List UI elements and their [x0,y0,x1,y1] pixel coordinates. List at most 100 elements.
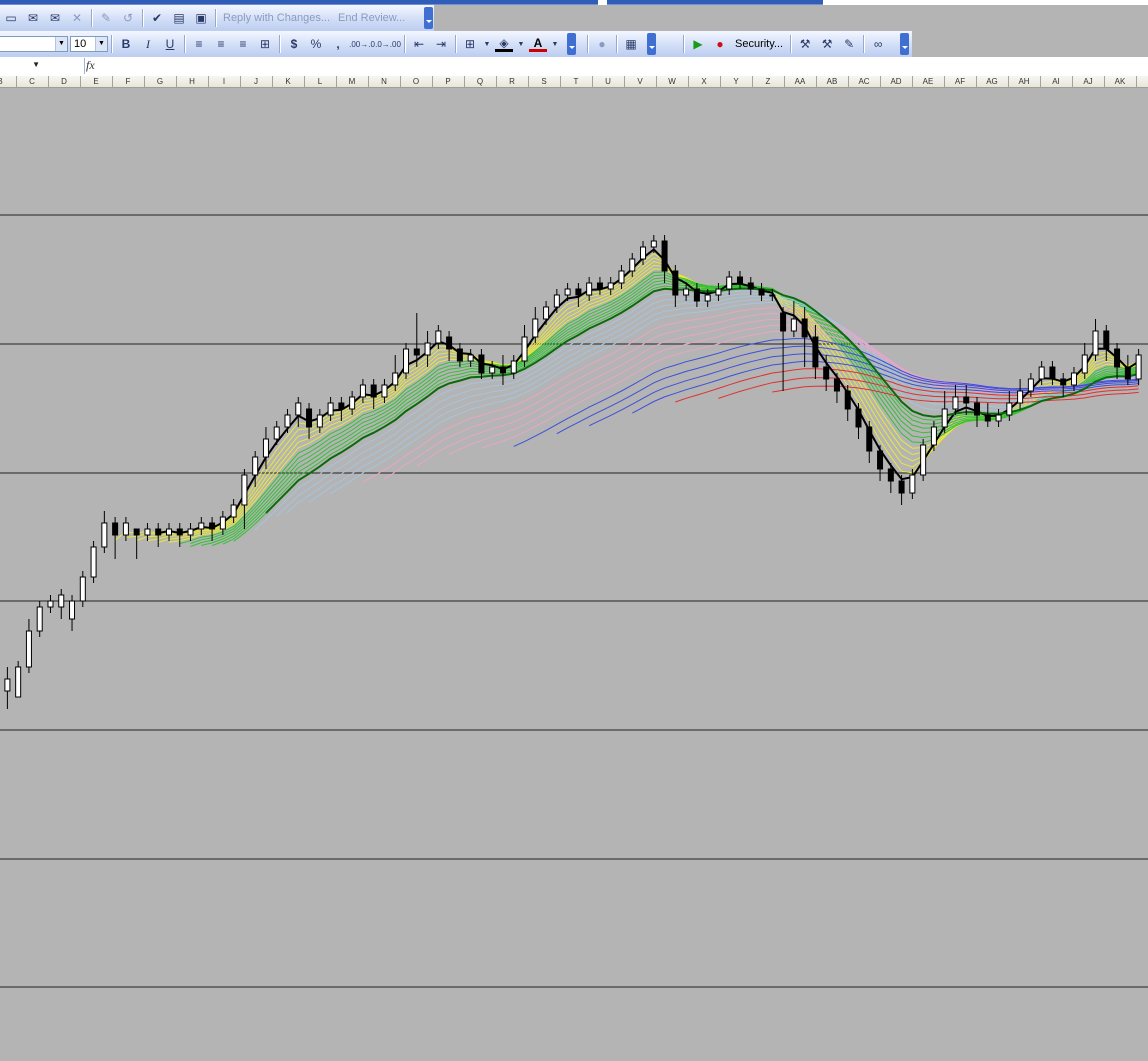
candle-body [995,414,1002,422]
borders-icon[interactable]: ⊞ [461,35,479,53]
column-header[interactable]: Q [464,76,497,87]
new-comment-icon[interactable]: ▭ [2,9,20,27]
candle-body [403,348,410,374]
send-review-icon[interactable]: ▣ [192,9,210,27]
insert-function-button[interactable]: fx [86,58,95,73]
ma-ribbon-line [136,257,1139,541]
column-header[interactable]: K [272,76,305,87]
decrease-decimal-button[interactable]: .0→.00 [375,35,401,53]
candle-body [112,522,119,536]
design-mode-icon[interactable]: ⚒ [818,35,836,53]
candle-body [769,294,776,297]
currency-button[interactable]: $ [285,35,303,53]
increase-decimal-button[interactable]: .00→.0 [349,35,375,53]
run-macro-icon[interactable]: ▶ [689,35,707,53]
name-box[interactable]: ▼ [0,58,85,74]
column-header[interactable]: O [400,76,433,87]
design-icon[interactable]: ✎ [840,35,858,53]
column-header[interactable]: G [144,76,177,87]
decrease-indent-icon[interactable]: ⇤ [410,35,428,53]
font-name-select[interactable]: ▼ [0,36,68,52]
column-header[interactable]: AI [1040,76,1073,87]
toolbar-options-grip[interactable] [424,7,433,29]
ma-ribbon-line [675,368,1139,403]
chevron-down-icon[interactable]: ▼ [55,37,67,51]
column-header[interactable]: R [496,76,529,87]
chart-wizard-icon[interactable]: ▦ [622,35,640,53]
script-editor-icon[interactable]: ∞ [869,35,887,53]
merge-center-icon[interactable]: ⊞ [256,35,274,53]
column-header[interactable]: V [624,76,657,87]
italic-button[interactable]: I [139,35,157,53]
vb-toolbar-grip[interactable] [900,33,909,55]
candle-body [920,444,927,476]
end-review-button[interactable]: End Review... [334,12,409,24]
column-header[interactable]: B [0,76,17,87]
column-header[interactable]: AB [816,76,849,87]
column-header[interactable]: AC [848,76,881,87]
formatting-toolbar-grip[interactable] [567,33,576,55]
column-header[interactable]: N [368,76,401,87]
mail-icon[interactable]: ✉ [24,9,42,27]
reply-with-changes-button[interactable]: Reply with Changes... [219,12,334,24]
chevron-down-icon[interactable]: ▼ [95,37,107,51]
delete-comment-icon[interactable]: ✕ [68,9,86,27]
column-header[interactable]: AE [912,76,945,87]
column-header[interactable]: E [80,76,113,87]
column-header[interactable]: X [688,76,721,87]
column-header[interactable]: I [208,76,241,87]
column-header[interactable]: T [560,76,593,87]
security-button[interactable]: Security... [731,38,787,50]
toolbox-icon[interactable]: ⚒ [796,35,814,53]
chart-area[interactable] [0,87,1148,1058]
increase-indent-icon[interactable]: ⇥ [432,35,450,53]
track-changes-icon[interactable]: ✔ [148,9,166,27]
column-header[interactable]: W [656,76,689,87]
column-header[interactable]: L [304,76,337,87]
align-right-icon[interactable]: ≡ [234,35,252,53]
chart-toolbar-grip[interactable] [647,33,656,55]
column-header[interactable]: AD [880,76,913,87]
undo-icon[interactable]: ↺ [119,9,137,27]
column-header[interactable]: AA [784,76,817,87]
column-header[interactable]: AF [944,76,977,87]
bold-button[interactable]: B [117,35,135,53]
column-header[interactable]: D [48,76,81,87]
separator [616,35,617,53]
protect-sheet-icon[interactable]: ▤ [170,9,188,27]
column-header[interactable]: P [432,76,465,87]
envelope-icon[interactable]: ✉ [46,9,64,27]
column-header[interactable]: Y [720,76,753,87]
align-left-icon[interactable]: ≡ [190,35,208,53]
column-header[interactable]: M [336,76,369,87]
column-header[interactable]: Z [752,76,785,87]
column-header[interactable]: C [16,76,49,87]
column-header[interactable]: AH [1008,76,1041,87]
chevron-down-icon[interactable]: ▼ [32,60,40,69]
column-header[interactable]: AJ [1072,76,1105,87]
fill-color-icon[interactable]: ◈ [495,36,513,52]
candle-body [370,384,377,398]
column-header[interactable]: F [112,76,145,87]
align-center-icon[interactable]: ≡ [212,35,230,53]
column-header[interactable]: J [240,76,273,87]
chevron-down-icon[interactable]: ▼ [551,35,559,53]
column-header[interactable]: S [528,76,561,87]
chevron-down-icon[interactable]: ▼ [517,35,525,53]
column-header[interactable]: U [592,76,625,87]
underline-button[interactable]: U [161,35,179,53]
candle-body [866,426,873,452]
column-header[interactable]: AK [1104,76,1137,87]
column-header[interactable]: H [176,76,209,87]
ink-annotation-icon[interactable]: ✎ [97,9,115,27]
percent-button[interactable]: % [307,35,325,53]
chevron-down-icon[interactable]: ▼ [483,35,491,53]
candle-body [413,348,420,356]
candle-body [618,270,625,284]
comma-button[interactable]: , [329,35,347,53]
font-size-select[interactable]: 10 ▼ [70,36,108,52]
font-color-button[interactable]: A [529,36,547,52]
record-macro-icon[interactable]: ● [711,35,729,53]
record-circle-icon[interactable]: ● [593,35,611,53]
column-header[interactable]: AG [976,76,1009,87]
